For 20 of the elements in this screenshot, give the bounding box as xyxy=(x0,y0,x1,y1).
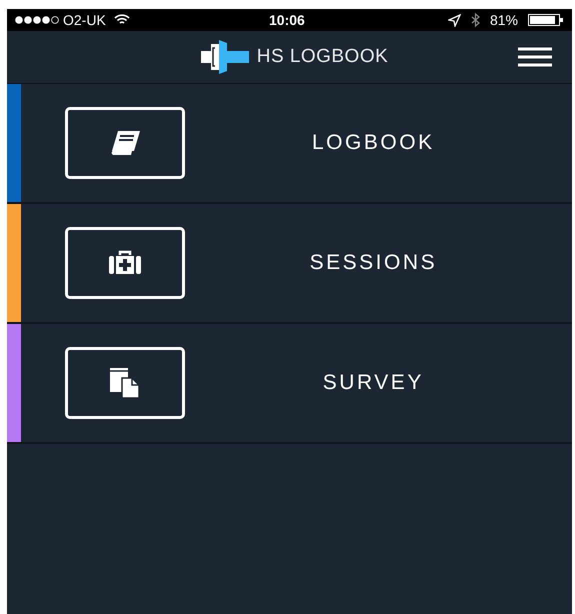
menu-item-label: LOGBOOK xyxy=(310,130,436,156)
location-arrow-icon xyxy=(448,14,461,26)
signal-icon xyxy=(15,16,59,24)
menu-item[interactable]: SESSIONS xyxy=(7,204,572,324)
app-title: HS LOGBOOK xyxy=(256,44,388,69)
documents-icon xyxy=(108,367,141,399)
wifi-icon xyxy=(114,14,130,26)
menu-item[interactable]: SURVEY xyxy=(7,324,572,444)
menu-button[interactable] xyxy=(518,47,552,67)
menu-item-label: SURVEY xyxy=(322,370,425,396)
first-aid-kit-icon xyxy=(108,250,141,276)
logo-icon xyxy=(200,40,249,74)
menu-item[interactable]: LOGBOOK xyxy=(7,84,572,204)
clock-time: 10:06 xyxy=(269,10,305,30)
bluetooth-icon xyxy=(470,13,480,27)
menu-item-label: SESSIONS xyxy=(308,250,438,276)
battery-icon xyxy=(528,14,564,26)
carrier-name: O2-UK xyxy=(63,10,106,30)
menu-icon xyxy=(518,47,552,67)
battery-percentage: 81% xyxy=(490,10,518,30)
